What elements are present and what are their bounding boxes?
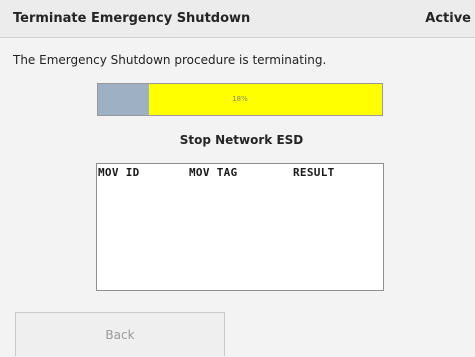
status-message: The Emergency Shutdown procedure is term… xyxy=(13,53,327,67)
window-title: Terminate Emergency Shutdown xyxy=(13,11,251,26)
column-header-mov-tag: MOV TAG xyxy=(189,166,238,179)
status-label: Active xyxy=(425,11,471,26)
results-list[interactable]: MOV ID MOV TAG RESULT xyxy=(96,163,384,291)
progress-bar: 18% xyxy=(97,83,383,116)
column-header-result: RESULT xyxy=(293,166,335,179)
column-header-mov-id: MOV ID xyxy=(98,166,140,179)
back-button[interactable]: Back xyxy=(15,312,225,356)
section-title: Stop Network ESD xyxy=(179,133,304,147)
title-bar: Terminate Emergency Shutdown Active xyxy=(0,0,475,38)
progress-label: 18% xyxy=(232,95,248,103)
